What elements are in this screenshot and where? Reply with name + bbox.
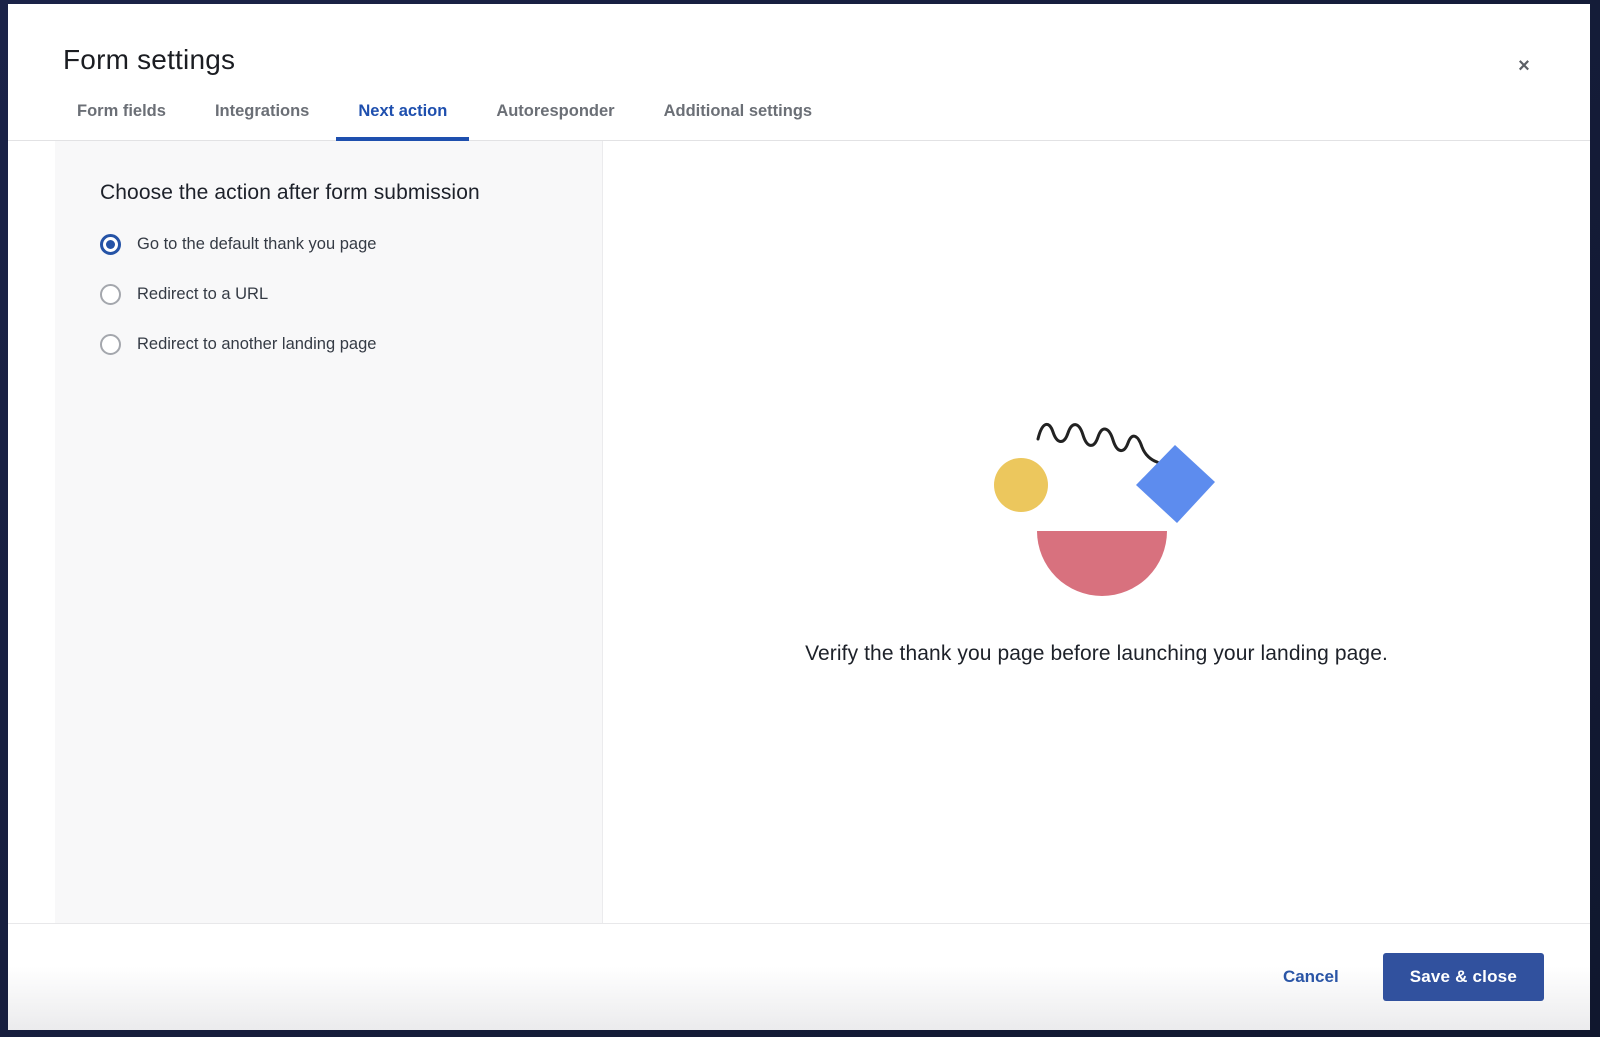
tab-form-fields[interactable]: Form fields	[55, 102, 188, 141]
radio-label: Redirect to another landing page	[137, 335, 376, 354]
tab-integrations[interactable]: Integrations	[193, 102, 331, 141]
cancel-button[interactable]: Cancel	[1283, 967, 1339, 987]
save-and-close-button[interactable]: Save & close	[1383, 953, 1544, 1001]
tab-bar: Form fields Integrations Next action Aut…	[55, 102, 1535, 140]
tab-autoresponder[interactable]: Autoresponder	[474, 102, 636, 141]
radio-label: Redirect to a URL	[137, 285, 268, 304]
modal-overlay-frame: Form settings × Form fields Integrations…	[0, 0, 1600, 1037]
radio-group: Go to the default thank you page Redirec…	[100, 219, 558, 369]
pink-semicircle-shape	[1037, 531, 1167, 596]
tab-additional-settings[interactable]: Additional settings	[642, 102, 835, 141]
radio-button-icon[interactable]	[100, 284, 121, 305]
option-redirect-landing-page[interactable]: Redirect to another landing page	[100, 319, 558, 369]
page-title: Form settings	[55, 44, 1535, 76]
next-action-panel: Choose the action after form submission …	[55, 141, 603, 923]
abstract-shapes-illustration	[937, 382, 1257, 612]
option-default-thank-you-page[interactable]: Go to the default thank you page	[100, 219, 558, 269]
modal-header: Form settings × Form fields Integrations…	[8, 4, 1590, 141]
modal-body: Choose the action after form submission …	[8, 141, 1590, 923]
panel-heading: Choose the action after form submission	[100, 181, 558, 205]
radio-button-icon[interactable]	[100, 334, 121, 355]
radio-label: Go to the default thank you page	[137, 235, 376, 254]
black-squiggle-shape	[1038, 424, 1165, 467]
preview-message: Verify the thank you page before launchi…	[805, 642, 1388, 666]
modal-footer: Cancel Save & close	[8, 923, 1590, 1030]
tab-next-action[interactable]: Next action	[336, 102, 469, 141]
option-redirect-url[interactable]: Redirect to a URL	[100, 269, 558, 319]
yellow-circle-shape	[994, 458, 1048, 512]
form-settings-modal: Form settings × Form fields Integrations…	[8, 4, 1590, 1030]
close-icon[interactable]: ×	[1510, 52, 1538, 80]
radio-button-icon[interactable]	[100, 234, 121, 255]
preview-pane: Verify the thank you page before launchi…	[603, 141, 1590, 923]
